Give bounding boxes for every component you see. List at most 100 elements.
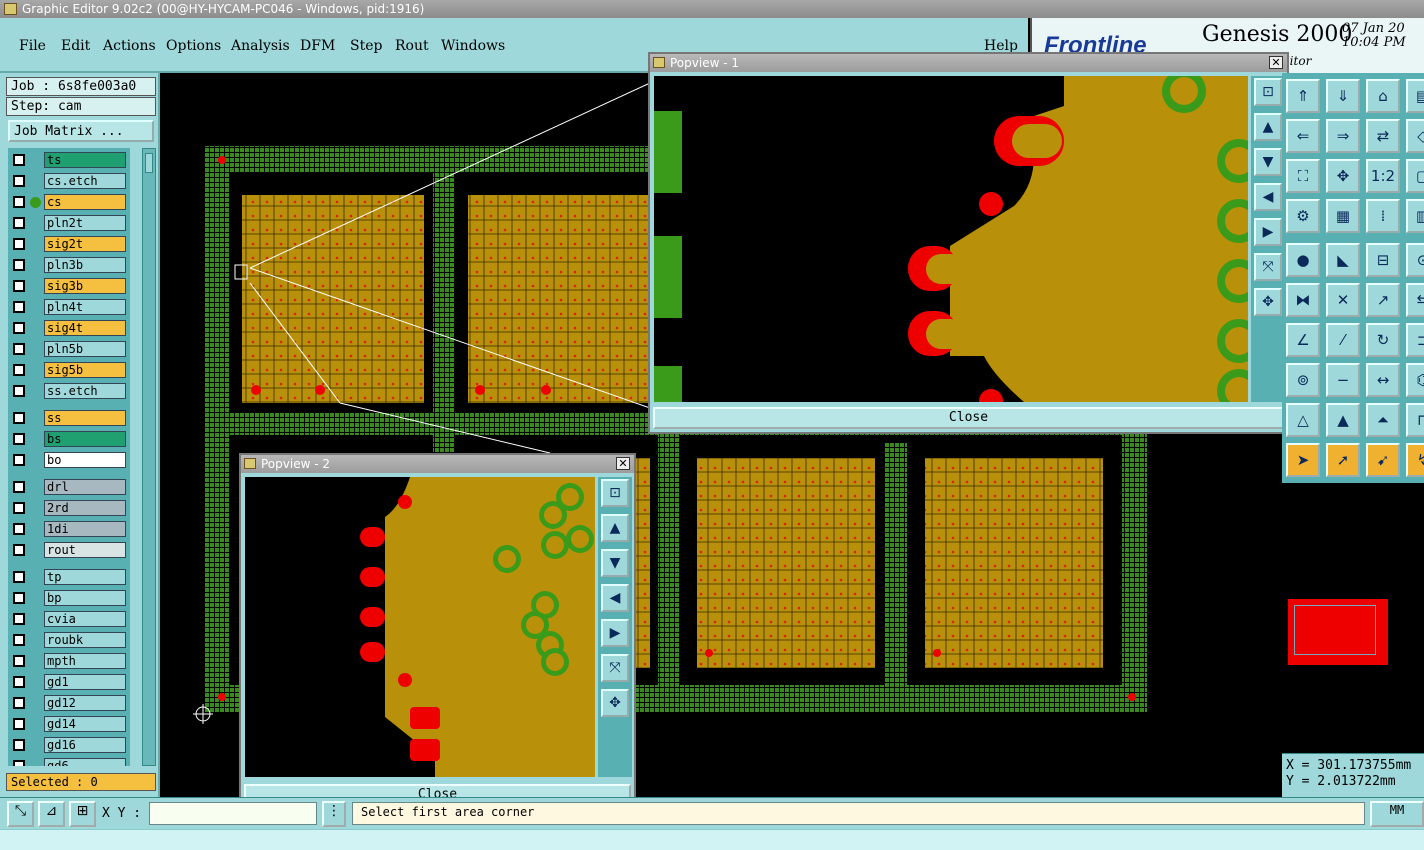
layer-checkbox[interactable] <box>13 592 25 604</box>
layer-checkbox[interactable] <box>13 385 25 397</box>
layer-row-sig2t[interactable]: sig2t <box>8 236 130 252</box>
tool-connect-icon[interactable]: ⧓ <box>1286 283 1320 317</box>
layer-row-roubk[interactable]: roubk <box>8 632 130 648</box>
layer-name[interactable]: pln4t <box>44 299 126 315</box>
layer-name[interactable]: gd6 <box>44 758 126 766</box>
layer-name[interactable]: gd12 <box>44 695 126 711</box>
pan-right-icon[interactable]: ▶ <box>601 619 629 647</box>
layer-name[interactable]: sig3b <box>44 278 126 294</box>
zoom-out-icon[interactable]: ✥ <box>601 689 629 717</box>
layer-name[interactable]: pln5b <box>44 341 126 357</box>
close-icon[interactable]: ✕ <box>616 457 630 470</box>
layer-row-tp[interactable]: tp <box>8 569 130 585</box>
pan-left-icon[interactable]: ◀ <box>1254 183 1282 211</box>
layer-row-pln2t[interactable]: pln2t <box>8 215 130 231</box>
zoom-fit-icon[interactable]: ⊡ <box>601 479 629 507</box>
layer-checkbox[interactable] <box>13 454 25 466</box>
layer-checkbox[interactable] <box>13 523 25 535</box>
layer-row-pln3b[interactable]: pln3b <box>8 257 130 273</box>
zoom-out-icon[interactable]: ✥ <box>1254 288 1282 316</box>
layer-row-bp[interactable]: bp <box>8 590 130 606</box>
layer-row-1di[interactable]: 1di <box>8 521 130 537</box>
layer-checkbox[interactable] <box>13 364 25 376</box>
tool-fit-icon[interactable]: ⛶ <box>1286 159 1320 193</box>
layer-checkbox[interactable] <box>13 175 25 187</box>
layer-checkbox[interactable] <box>13 481 25 493</box>
layer-row-pln4t[interactable]: pln4t <box>8 299 130 315</box>
layer-row-2rd[interactable]: 2rd <box>8 500 130 516</box>
layer-checkbox[interactable] <box>13 613 25 625</box>
layer-checkbox[interactable] <box>13 571 25 583</box>
layer-name[interactable]: gd1 <box>44 674 126 690</box>
layer-checkbox[interactable] <box>13 343 25 355</box>
tool-layer-icon[interactable]: ▥ <box>1406 199 1424 233</box>
layer-scrollbar[interactable] <box>142 148 156 766</box>
tool-frame-icon[interactable]: ▢ <box>1406 159 1424 193</box>
layer-row-rout[interactable]: rout <box>8 542 130 558</box>
select-arrow-icon[interactable]: ➤ <box>1286 443 1320 477</box>
snap-icon[interactable]: ⊞ <box>69 801 96 827</box>
tool-down-icon[interactable]: ⇓ <box>1326 79 1360 113</box>
popview-1-view[interactable] <box>654 76 1248 402</box>
pan-down-icon[interactable]: ▼ <box>1254 148 1282 176</box>
layer-row-sig5b[interactable]: sig5b <box>8 362 130 378</box>
layer-row-gd16[interactable]: gd16 <box>8 737 130 753</box>
menu-windows[interactable]: Windows <box>441 38 505 54</box>
tool-move-icon[interactable]: ⇆ <box>1406 283 1424 317</box>
zoom-in-icon[interactable]: ⤧ <box>1254 253 1282 281</box>
layer-checkbox[interactable] <box>13 655 25 667</box>
layer-name[interactable]: ss <box>44 410 126 426</box>
layer-checkbox[interactable] <box>13 634 25 646</box>
job-matrix-button[interactable]: Job Matrix ... <box>8 120 154 142</box>
select-arrow2-icon[interactable]: ➚ <box>1326 443 1360 477</box>
layer-name[interactable]: gd14 <box>44 716 126 732</box>
layer-name[interactable]: sig5b <box>44 362 126 378</box>
tool-route-icon[interactable]: ◣ <box>1326 243 1360 277</box>
pan-down-icon[interactable]: ▼ <box>601 549 629 577</box>
layer-name[interactable]: mpth <box>44 653 126 669</box>
layer-name[interactable]: pln3b <box>44 257 126 273</box>
layer-row-sig4t[interactable]: sig4t <box>8 320 130 336</box>
layer-checkbox[interactable] <box>13 760 25 766</box>
layer-name[interactable]: sig2t <box>44 236 126 252</box>
overview-map[interactable] <box>1282 567 1424 667</box>
layer-row-cs[interactable]: cs <box>8 194 130 210</box>
zoom-fit-icon[interactable]: ⊡ <box>1254 78 1282 106</box>
tool-snap-icon[interactable]: ⚙ <box>1286 199 1320 233</box>
select-arrow3-icon[interactable]: ➹ <box>1366 443 1400 477</box>
tool-span-icon[interactable]: ↔ <box>1366 363 1400 397</box>
tool-mirror-icon[interactable]: ⇄ <box>1366 119 1400 153</box>
layer-checkbox[interactable] <box>13 739 25 751</box>
layer-name[interactable]: pln2t <box>44 215 126 231</box>
popview-2-view[interactable] <box>245 477 595 777</box>
select-arrow4-icon[interactable]: ↯ <box>1406 443 1424 477</box>
layer-name[interactable]: tp <box>44 569 126 585</box>
tool-net-icon[interactable]: ⌬ <box>1406 363 1424 397</box>
layer-name[interactable]: cs.etch <box>44 173 126 189</box>
layer-row-ss.etch[interactable]: ss.etch <box>8 383 130 399</box>
layer-checkbox[interactable] <box>13 259 25 271</box>
measure-icon[interactable]: ⊿ <box>38 801 65 827</box>
layer-name[interactable]: rout <box>44 542 126 558</box>
layer-checkbox[interactable] <box>13 196 25 208</box>
info-icon[interactable]: ⋮ <box>322 801 346 827</box>
menu-analysis[interactable]: Analysis <box>231 38 290 54</box>
layer-name[interactable]: 2rd <box>44 500 126 516</box>
menu-actions[interactable]: Actions <box>103 38 156 54</box>
layer-name[interactable]: cs <box>44 194 126 210</box>
tool-dot-icon[interactable]: ⊙ <box>1406 243 1424 277</box>
tool-left-icon[interactable]: ⇐ <box>1286 119 1320 153</box>
layer-checkbox[interactable] <box>13 502 25 514</box>
menu-dfm[interactable]: DFM <box>300 38 335 54</box>
layer-checkbox[interactable] <box>13 718 25 730</box>
layer-name[interactable]: bo <box>44 452 126 468</box>
layer-row-gd6[interactable]: gd6 <box>8 758 130 766</box>
layer-row-gd14[interactable]: gd14 <box>8 716 130 732</box>
menu-edit[interactable]: Edit <box>61 38 90 54</box>
tool-grid-icon[interactable]: ▦ <box>1326 199 1360 233</box>
layer-name[interactable]: cvia <box>44 611 126 627</box>
tool-slash-icon[interactable]: ⁄ <box>1326 323 1360 357</box>
layer-row-gd12[interactable]: gd12 <box>8 695 130 711</box>
tool-home-icon[interactable]: ⌂ <box>1366 79 1400 113</box>
tool-edge-icon[interactable]: ⊓ <box>1406 403 1424 437</box>
